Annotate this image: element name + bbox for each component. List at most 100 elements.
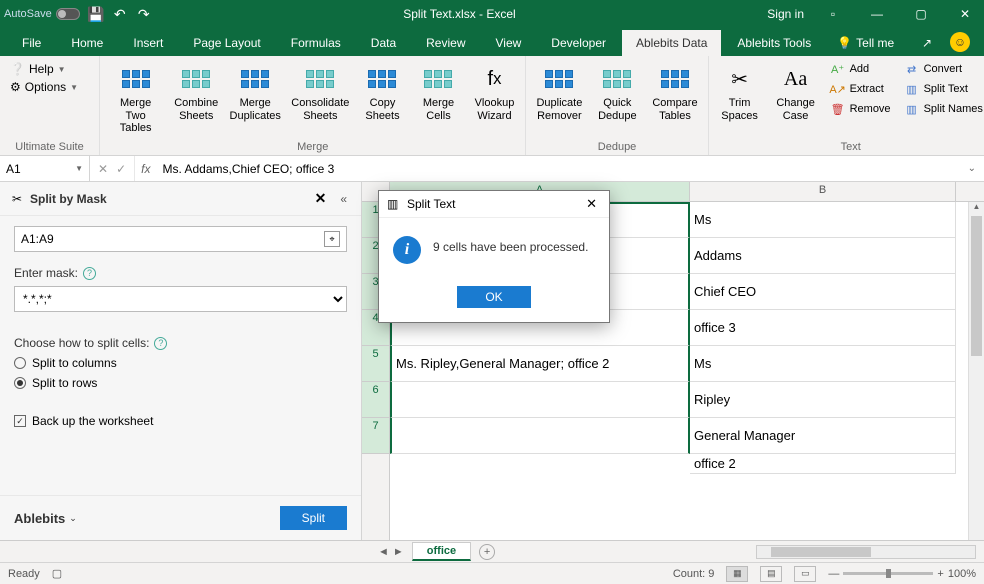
cell[interactable]: Ripley xyxy=(690,382,956,418)
options-dropdown[interactable]: ⚙Options▼ xyxy=(6,78,93,96)
cell[interactable]: Chief CEO xyxy=(690,274,956,310)
horizontal-scrollbar[interactable] xyxy=(756,545,976,559)
enter-formula-icon[interactable]: ✓ xyxy=(116,162,126,176)
add-button[interactable]: A⁺Add xyxy=(827,60,895,78)
zoom-slider[interactable] xyxy=(843,572,933,575)
cell[interactable] xyxy=(390,382,690,418)
cell[interactable]: General Manager xyxy=(690,418,956,454)
help-icon[interactable]: ? xyxy=(83,267,96,280)
merge-two-tables-button[interactable]: MergeTwo Tables xyxy=(106,60,165,138)
save-icon[interactable]: 💾 xyxy=(88,6,104,22)
cell[interactable]: Ms xyxy=(690,346,956,382)
vertical-scrollbar[interactable]: ▲ xyxy=(968,202,984,540)
add-icon: A⁺ xyxy=(831,62,845,76)
tab-ablebits-tools[interactable]: Ablebits Tools xyxy=(723,30,825,56)
share-button[interactable]: ↗ xyxy=(912,30,942,56)
range-field[interactable]: ⌖ xyxy=(14,226,347,252)
compare-tables-button[interactable]: CompareTables xyxy=(648,60,701,125)
cell[interactable]: office 3 xyxy=(690,310,956,346)
combine-sheets-button[interactable]: CombineSheets xyxy=(171,60,221,125)
merge-duplicates-button[interactable]: MergeDuplicates xyxy=(227,60,283,125)
pane-close-button[interactable]: ✕ xyxy=(311,190,331,207)
chevron-down-icon: ▼ xyxy=(58,65,66,74)
sheet-nav-next[interactable]: ► xyxy=(393,546,404,558)
radio-split-columns[interactable]: Split to columns xyxy=(14,356,347,370)
row-header[interactable]: 7 xyxy=(362,418,389,454)
tab-page-layout[interactable]: Page Layout xyxy=(179,30,274,56)
help-icon[interactable]: ? xyxy=(154,337,167,350)
view-page-layout-button[interactable]: ▤ xyxy=(760,566,782,582)
tab-insert[interactable]: Insert xyxy=(119,30,177,56)
mask-select[interactable]: *.*,*;* xyxy=(14,286,347,312)
dialog-close-button[interactable]: ✕ xyxy=(582,196,601,212)
zoom-in-button[interactable]: + xyxy=(937,568,943,580)
signin-link[interactable]: Sign in xyxy=(767,7,804,21)
name-box[interactable]: A1▼ xyxy=(0,156,90,181)
range-picker-icon[interactable]: ⌖ xyxy=(324,231,340,247)
cancel-formula-icon[interactable]: ✕ xyxy=(98,162,108,176)
radio-icon xyxy=(14,357,26,369)
undo-icon[interactable]: ↶ xyxy=(112,6,128,22)
tab-view[interactable]: View xyxy=(482,30,536,56)
scroll-thumb[interactable] xyxy=(771,547,871,557)
autosave-toggle[interactable]: AutoSave xyxy=(4,8,80,20)
consolidate-sheets-button[interactable]: ConsolidateSheets xyxy=(289,60,351,125)
remove-button[interactable]: 🗑Remove xyxy=(827,100,895,118)
tab-home[interactable]: Home xyxy=(57,30,117,56)
view-page-break-button[interactable]: ▭ xyxy=(794,566,816,582)
close-button[interactable]: ✕ xyxy=(950,7,980,21)
sheet-tab-office[interactable]: office xyxy=(412,542,471,561)
split-text-button[interactable]: ▥Split Text xyxy=(901,80,984,98)
scroll-up-icon[interactable]: ▲ xyxy=(969,202,984,216)
col-header-b[interactable]: B xyxy=(690,182,956,201)
view-normal-button[interactable]: ▦ xyxy=(726,566,748,582)
zoom-level[interactable]: 100% xyxy=(948,568,976,580)
ribbon-options-icon[interactable]: ▫ xyxy=(818,7,848,21)
pane-collapse-button[interactable]: « xyxy=(336,192,351,206)
row-header[interactable]: 6 xyxy=(362,382,389,418)
cell[interactable]: office 2 xyxy=(690,454,956,474)
copy-sheets-button[interactable]: CopySheets xyxy=(357,60,407,125)
radio-split-rows[interactable]: Split to rows xyxy=(14,376,347,390)
chevron-down-icon: ▼ xyxy=(70,83,78,92)
feedback-icon[interactable]: ☺ xyxy=(950,32,970,52)
expand-formula-icon[interactable]: ⌄ xyxy=(960,163,984,174)
trim-spaces-button[interactable]: ✂TrimSpaces xyxy=(715,60,765,125)
cell[interactable]: Addams xyxy=(690,238,956,274)
fx-icon[interactable]: fx xyxy=(135,162,156,176)
merge-cells-button[interactable]: MergeCells xyxy=(413,60,463,125)
tab-data[interactable]: Data xyxy=(357,30,410,56)
scroll-thumb[interactable] xyxy=(971,216,982,356)
cell[interactable] xyxy=(390,418,690,454)
change-case-button[interactable]: AaChangeCase xyxy=(771,60,821,125)
tab-ablebits-data[interactable]: Ablebits Data xyxy=(622,30,721,56)
tab-formulas[interactable]: Formulas xyxy=(277,30,355,56)
redo-icon[interactable]: ↷ xyxy=(136,6,152,22)
tab-developer[interactable]: Developer xyxy=(537,30,620,56)
duplicate-remover-button[interactable]: DuplicateRemover xyxy=(532,60,586,125)
split-names-button[interactable]: ▥Split Names xyxy=(901,100,984,118)
tab-file[interactable]: File xyxy=(8,30,55,56)
brand-dropdown[interactable]: Ablebits⌄ xyxy=(14,511,77,526)
tab-review[interactable]: Review xyxy=(412,30,479,56)
zoom-out-button[interactable]: — xyxy=(828,568,839,580)
range-input[interactable] xyxy=(21,232,324,246)
formula-input[interactable]: Ms. Addams,Chief CEO; office 3 xyxy=(156,162,959,176)
tellme-search[interactable]: 💡 Tell me xyxy=(827,30,904,56)
split-button[interactable]: Split xyxy=(280,506,347,530)
convert-button[interactable]: ⇄Convert xyxy=(901,60,984,78)
quick-dedupe-button[interactable]: QuickDedupe xyxy=(592,60,642,125)
help-dropdown[interactable]: ❔Help▼ xyxy=(6,60,93,78)
cell[interactable]: Ms xyxy=(690,202,956,238)
ok-button[interactable]: OK xyxy=(457,286,530,308)
maximize-button[interactable]: ▢ xyxy=(906,7,936,21)
macro-record-icon[interactable]: ▢ xyxy=(52,567,62,580)
extract-button[interactable]: A↗Extract xyxy=(827,80,895,98)
checkbox-backup[interactable]: ✓Back up the worksheet xyxy=(14,414,347,428)
sheet-nav-prev[interactable]: ◄ xyxy=(378,546,389,558)
add-sheet-button[interactable]: + xyxy=(479,544,495,560)
vlookup-wizard-button[interactable]: fxVlookupWizard xyxy=(469,60,519,125)
minimize-button[interactable]: — xyxy=(862,7,892,21)
row-header[interactable]: 5 xyxy=(362,346,389,382)
cell[interactable]: Ms. Ripley,General Manager; office 2 xyxy=(390,346,690,382)
